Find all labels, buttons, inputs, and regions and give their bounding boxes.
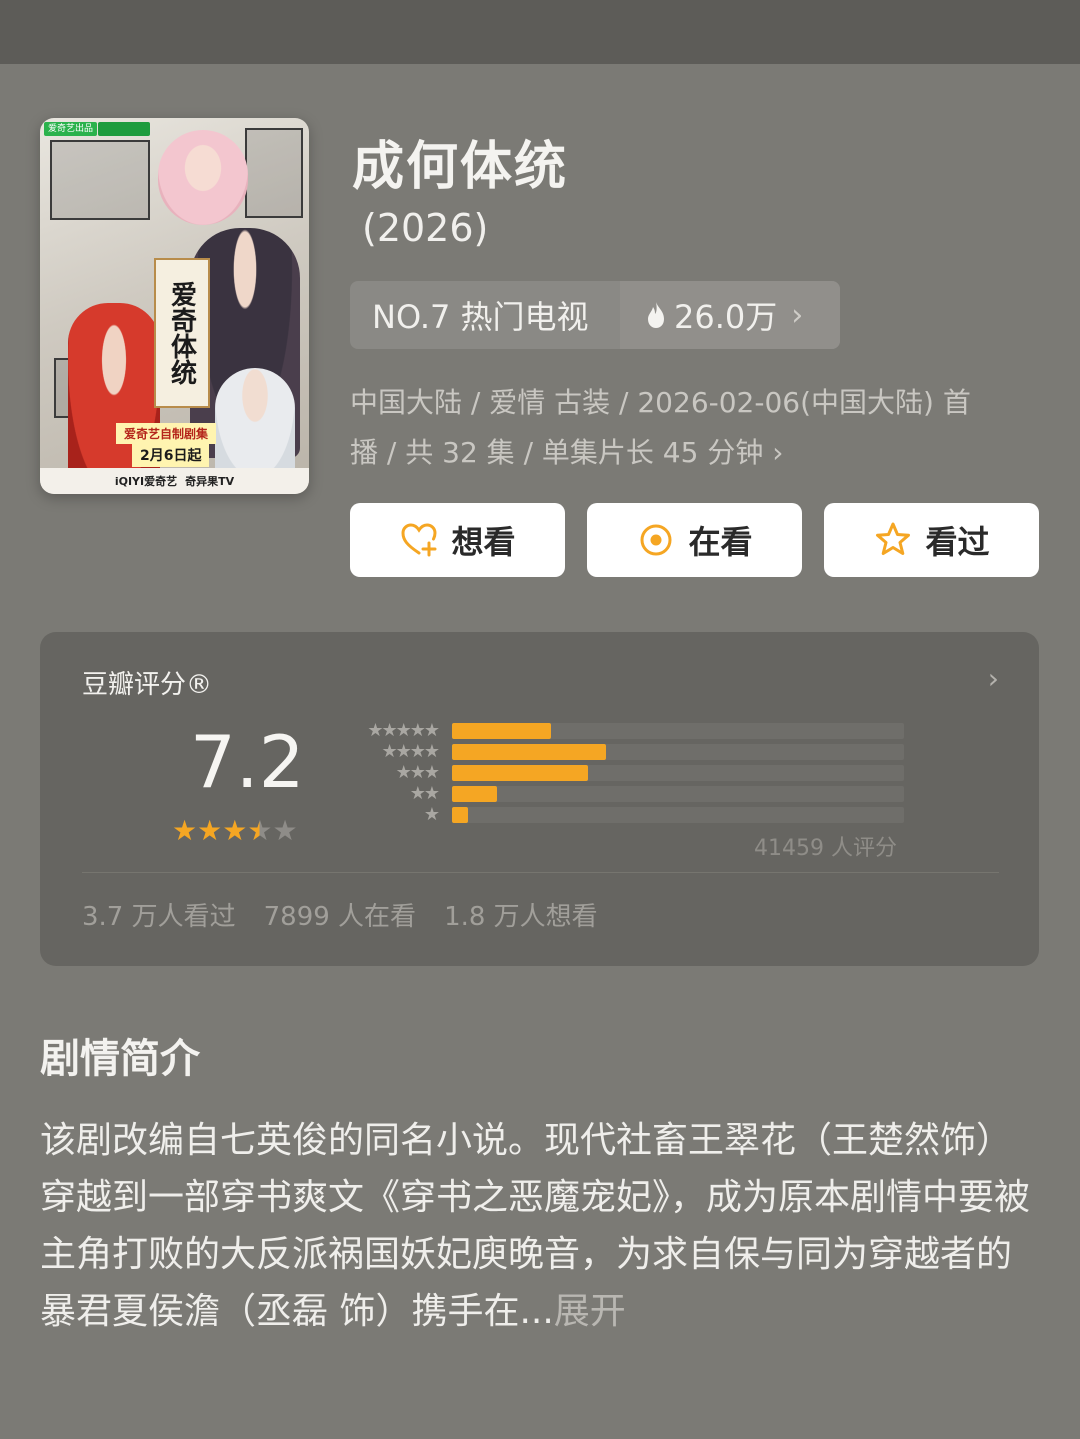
poster-figure	[158, 130, 248, 225]
star-icon: ★	[222, 814, 248, 847]
meta-line: 中国大陆 / 爱情 古装 / 2026-02-06(中国大陆) 首	[350, 386, 971, 419]
synopsis-title: 剧情简介	[40, 1036, 200, 1082]
want-button[interactable]: 想看	[350, 503, 565, 577]
distribution-stars: ★★	[409, 783, 440, 804]
poster-tag: 爱奇艺自制剧集	[116, 423, 217, 444]
distribution-bar	[452, 723, 551, 739]
rating-card[interactable]: 豆瓣评分® › 7.2 ★★★★★ ★★★★★ ★★★★ ★★★ ★★ ★ 41459 …	[40, 632, 1039, 966]
distribution-stars: ★★★	[395, 762, 440, 783]
poster-title-scroll: 爱奇体统	[154, 258, 210, 408]
show-title: 成何体统	[352, 137, 569, 197]
poster-figure	[215, 368, 295, 478]
top-bar	[0, 0, 1080, 64]
distribution-row: ★★	[340, 783, 904, 805]
rating-count: 41459 人评分	[754, 836, 897, 861]
distribution-bar-track	[452, 786, 904, 802]
distribution-row: ★★★	[340, 762, 904, 784]
rank-box[interactable]: NO.7 热门电视 26.0万 ›	[350, 281, 840, 349]
rating-label: 豆瓣评分®	[82, 670, 213, 700]
rating-score: 7.2	[190, 720, 305, 804]
synopsis-body: 该剧改编自七英俊的同名小说。现代社畜王翠花（王楚然饰）穿越到一部穿书爽文《穿书之…	[40, 1120, 1031, 1332]
target-icon	[640, 524, 672, 556]
heat-button[interactable]: 26.0万 ›	[620, 281, 840, 349]
distribution-bar	[452, 765, 588, 781]
chevron-right-icon[interactable]: ›	[988, 662, 999, 695]
poster-badge: 爱奇艺出品	[44, 122, 98, 136]
distribution-stars: ★★★★	[381, 741, 440, 762]
star-icon: ★	[272, 814, 298, 847]
meta-line: 播 / 共 32 集 / 单集片长 45 分钟 ›	[350, 436, 784, 469]
heart-plus-icon	[401, 523, 437, 557]
distribution-bar	[452, 786, 497, 802]
star-half-icon: ★	[247, 814, 273, 847]
watched-label: 看过	[925, 523, 990, 561]
chevron-right-icon: ›	[791, 297, 804, 333]
distribution-bar-track	[452, 807, 904, 823]
show-year: (2026)	[362, 206, 489, 250]
watched-button[interactable]: 看过	[824, 503, 1039, 577]
divider	[82, 872, 999, 873]
want-label: 想看	[451, 523, 516, 561]
distribution-row: ★★★★★	[340, 720, 904, 742]
poster-footer-logo: 奇异果TV	[185, 475, 235, 488]
poster-date: 2月6日起	[132, 443, 210, 467]
stat-watched[interactable]: 3.7 万人看过	[82, 896, 236, 933]
stat-want[interactable]: 1.8 万人想看	[444, 896, 598, 933]
expand-link[interactable]: 展开	[554, 1291, 626, 1332]
star-outline-icon	[876, 522, 911, 555]
rank-label[interactable]: NO.7 热门电视	[350, 281, 620, 349]
stat-watching[interactable]: 7899 人在看	[264, 896, 416, 933]
show-meta[interactable]: 中国大陆 / 爱情 古装 / 2026-02-06(中国大陆) 首 播 / 共 …	[350, 378, 1030, 478]
distribution-bar	[452, 744, 606, 760]
distribution-bar	[452, 807, 468, 823]
fire-icon	[648, 302, 664, 328]
heat-value: 26.0万	[674, 298, 778, 336]
distribution-row: ★	[340, 804, 904, 826]
poster-panel	[245, 128, 303, 218]
poster-panel	[50, 140, 150, 220]
poster-footer-logo: iQIYI爱奇艺	[114, 475, 178, 488]
poster-footer: iQIYI爱奇艺 奇异果TV	[40, 468, 309, 494]
watching-button[interactable]: 在看	[587, 503, 802, 577]
distribution-stars: ★★★★★	[367, 720, 440, 741]
rating-stars: ★★★★★	[172, 814, 298, 847]
distribution-row: ★★★★	[340, 741, 904, 763]
rating-stats: 3.7 万人看过 7899 人在看 1.8 万人想看	[82, 896, 598, 933]
poster-image[interactable]: 爱奇艺出品 爱奇体统 爱奇艺自制剧集 2月6日起 iQIYI爱奇艺 奇异果TV	[40, 118, 309, 494]
synopsis-text[interactable]: 该剧改编自七英俊的同名小说。现代社畜王翠花（王楚然饰）穿越到一部穿书爽文《穿书之…	[40, 1112, 1040, 1340]
star-icon: ★	[172, 814, 198, 847]
star-icon: ★	[197, 814, 223, 847]
poster-badge-logo	[98, 122, 150, 136]
distribution-stars: ★	[423, 804, 440, 825]
watching-label: 在看	[688, 523, 753, 561]
